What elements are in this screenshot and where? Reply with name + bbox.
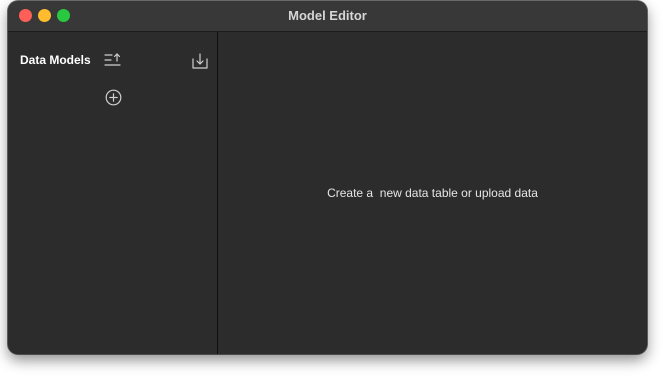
app-window: Model Editor Data Models Create a new da… [8,1,647,354]
empty-state-message: Create a new data table or upload data [327,186,538,200]
sidebar-title: Data Models [20,53,91,67]
main-content: Create a new data table or upload data [218,32,647,354]
window-title: Model Editor [288,8,367,23]
download-icon[interactable] [191,52,209,70]
sidebar: Data Models [8,32,218,354]
sort-upload-icon[interactable] [104,52,122,70]
add-circle-icon[interactable] [105,89,122,106]
title-bar[interactable]: Model Editor [8,1,647,32]
